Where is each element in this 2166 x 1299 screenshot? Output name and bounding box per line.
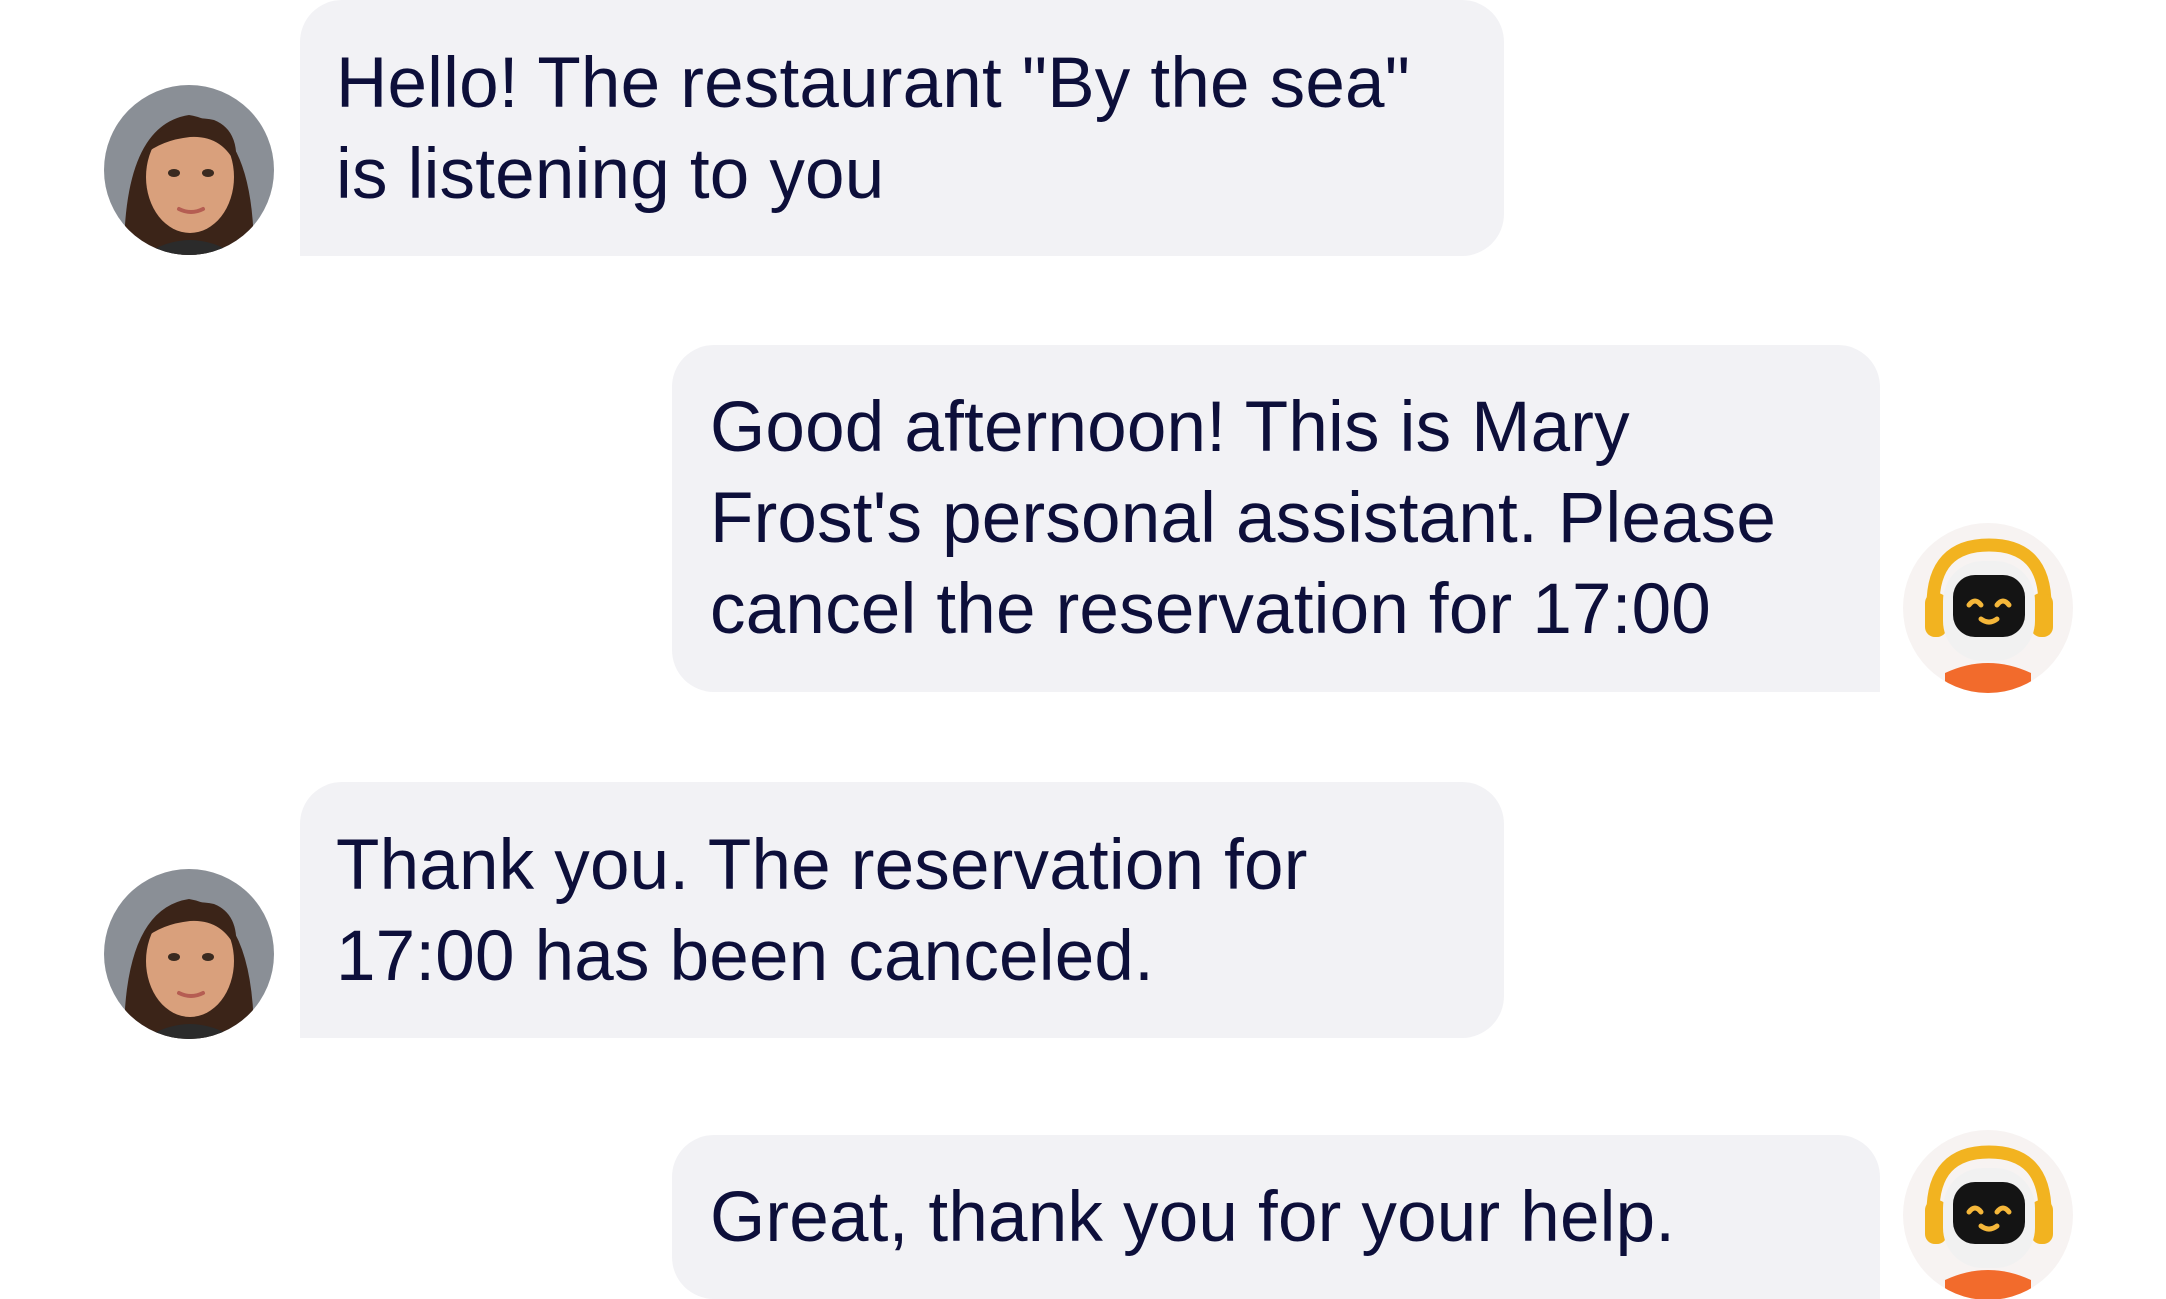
message-bubble: Thank you. The reservation for 17:00 has… <box>300 782 1504 1038</box>
woman-avatar-icon[interactable] <box>104 869 274 1039</box>
message-outgoing: Good afternoon! This is Mary Frost's per… <box>0 345 2166 695</box>
message-incoming: Thank you. The reservation for 17:00 has… <box>0 782 2166 1042</box>
robot-avatar-icon[interactable] <box>1903 523 2073 693</box>
message-bubble: Great, thank you for your help. <box>672 1135 1880 1299</box>
woman-avatar-icon[interactable] <box>104 85 274 255</box>
message-bubble: Hello! The restaurant "By the sea" is li… <box>300 0 1504 256</box>
robot-avatar-icon[interactable] <box>1903 1130 2073 1299</box>
message-bubble: Good afternoon! This is Mary Frost's per… <box>672 345 1880 692</box>
chat-thread: Hello! The restaurant "By the sea" is li… <box>0 0 2166 1299</box>
message-incoming: Hello! The restaurant "By the sea" is li… <box>0 0 2166 260</box>
message-outgoing: Great, thank you for your help. <box>0 1130 2166 1299</box>
